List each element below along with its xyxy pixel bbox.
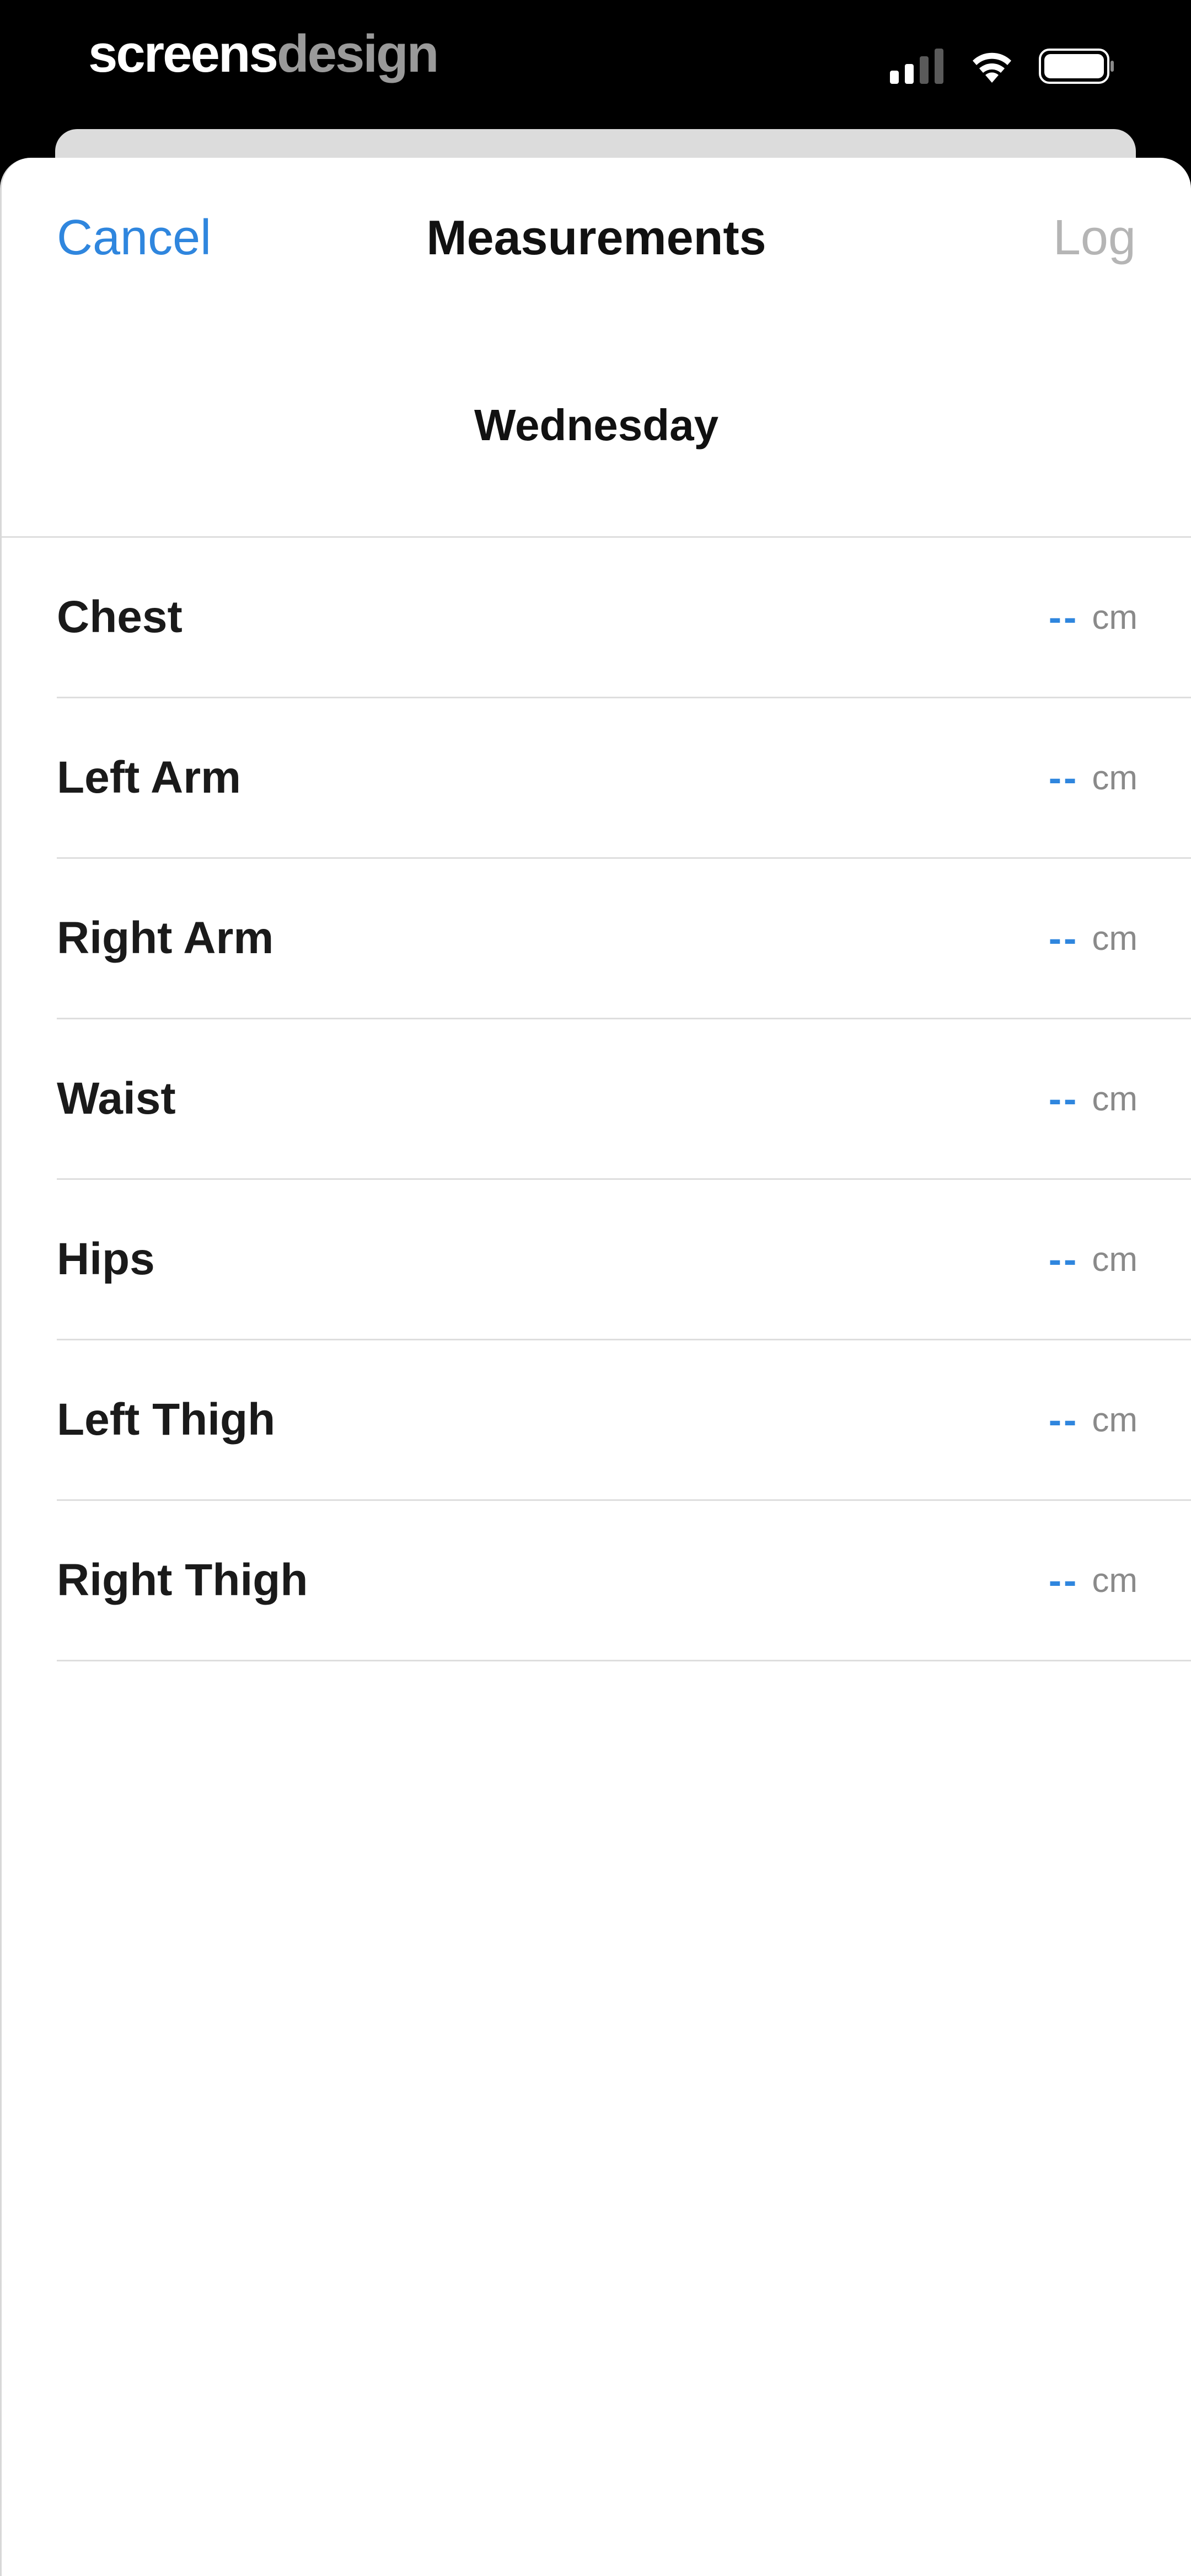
measurement-label: Right Thigh (57, 1555, 308, 1605)
measurement-label: Left Thigh (57, 1394, 276, 1445)
unit-label: cm (1092, 1401, 1138, 1439)
measurement-label: Chest (57, 592, 183, 642)
measurement-row-left-arm[interactable]: Left Arm -- cm (57, 698, 1191, 859)
measurement-value[interactable]: -- cm (1049, 1180, 1138, 1339)
unit-label: cm (1092, 598, 1138, 637)
measurement-label: Hips (57, 1234, 155, 1284)
measurement-value[interactable]: -- cm (1049, 698, 1138, 857)
measurement-label: Right Arm (57, 913, 274, 963)
brand-secondary: design (276, 24, 439, 83)
value-placeholder: -- (1048, 1077, 1079, 1120)
value-placeholder: -- (1048, 596, 1079, 639)
measurement-row-chest[interactable]: Chest -- cm (57, 538, 1191, 698)
value-placeholder: -- (1048, 756, 1079, 799)
unit-label: cm (1092, 1240, 1138, 1279)
measurement-row-waist[interactable]: Waist -- cm (57, 1019, 1191, 1180)
unit-label: cm (1092, 758, 1138, 797)
value-placeholder: -- (1048, 1559, 1079, 1602)
measurement-value[interactable]: -- cm (1049, 859, 1138, 1018)
measurement-row-left-thigh[interactable]: Left Thigh -- cm (57, 1340, 1191, 1501)
value-placeholder: -- (1048, 1398, 1079, 1441)
date-selector[interactable]: Wednesday (2, 395, 1191, 456)
measurement-value[interactable]: -- cm (1049, 1019, 1138, 1178)
measurement-value[interactable]: -- cm (1049, 538, 1138, 697)
log-button[interactable]: Log (1053, 207, 1136, 268)
status-icons (890, 46, 1115, 86)
measurement-row-right-arm[interactable]: Right Arm -- cm (57, 859, 1191, 1019)
measurement-label: Waist (57, 1073, 176, 1124)
brand-watermark: screensdesign (88, 21, 439, 87)
status-bar: screensdesign (0, 0, 1191, 132)
nav-bar: Cancel Measurements Log (2, 158, 1191, 318)
measurements-sheet: Cancel Measurements Log Wednesday Chest … (0, 158, 1191, 2576)
cellular-signal-icon (890, 49, 943, 84)
measurements-list: Chest -- cm Left Arm -- cm Right Arm -- … (57, 538, 1191, 1661)
value-placeholder: -- (1048, 917, 1079, 960)
measurement-label: Left Arm (57, 752, 242, 803)
measurement-row-hips[interactable]: Hips -- cm (57, 1180, 1191, 1340)
value-placeholder: -- (1048, 1238, 1079, 1281)
wifi-icon (973, 52, 1011, 83)
brand-primary: screens (88, 24, 278, 83)
measurement-value[interactable]: -- cm (1049, 1340, 1138, 1499)
measurement-row-right-thigh[interactable]: Right Thigh -- cm (57, 1501, 1191, 1661)
page-title: Measurements (426, 210, 766, 265)
unit-label: cm (1092, 919, 1138, 958)
battery-icon (1039, 49, 1114, 84)
measurement-value[interactable]: -- cm (1049, 1501, 1138, 1660)
unit-label: cm (1092, 1079, 1138, 1118)
unit-label: cm (1092, 1561, 1138, 1600)
